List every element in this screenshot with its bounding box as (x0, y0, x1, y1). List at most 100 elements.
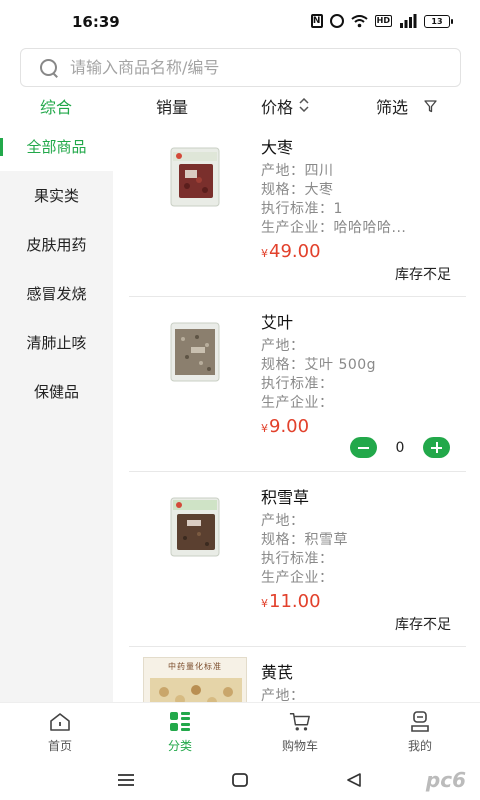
product-image (170, 497, 220, 557)
product-origin: 产地：四川 (261, 163, 334, 179)
price-symbol: ¥ (261, 422, 268, 435)
product-spec: 规格：艾叶 500g (261, 357, 377, 373)
sidebar-item-label: 皮肤用药 (26, 236, 87, 254)
filter-icon (424, 99, 437, 113)
category-icon (169, 711, 191, 733)
decrease-quantity-button[interactable] (350, 437, 377, 458)
product-name: 黄芪 (261, 663, 294, 682)
hd-icon: HD (374, 15, 392, 27)
product-spec: 规格：积雪草 (261, 532, 348, 548)
product-card[interactable]: 艾叶 产地： 规格：艾叶 500g 执行标准： 生产企业： ¥9.00 0 (129, 297, 466, 472)
nav-category[interactable]: 分类 (120, 703, 240, 762)
sort-tab-sales[interactable]: 销量 (156, 94, 188, 118)
product-image (170, 147, 220, 207)
back-icon[interactable] (346, 772, 362, 791)
nav-label: 分类 (167, 739, 192, 753)
product-image: 中药量化标准 (143, 657, 247, 702)
search-input[interactable] (70, 58, 430, 77)
price-symbol: ¥ (261, 247, 268, 260)
nav-profile[interactable]: 我的 (360, 703, 480, 762)
product-price: ¥49.00 (261, 241, 321, 262)
search-icon (38, 57, 60, 79)
product-maker: 生产企业： (261, 395, 334, 411)
product-attributes: 产地： (261, 687, 461, 702)
status-bar: 16:39 N HD 13 (0, 0, 480, 44)
product-standard: 执行标准： (261, 551, 334, 567)
wifi-icon (351, 14, 368, 28)
sidebar-item-label: 全部商品 (26, 138, 87, 156)
profile-icon (409, 711, 431, 733)
product-image-caption: 中药量化标准 (168, 662, 222, 671)
product-standard: 执行标准： (261, 376, 334, 392)
nav-label: 首页 (47, 739, 72, 753)
status-icons: N HD 13 (310, 14, 453, 28)
price-value: 11.00 (269, 591, 321, 612)
nfc-icon: N (310, 14, 323, 28)
increase-quantity-button[interactable] (423, 437, 450, 458)
alarm-icon (329, 14, 344, 28)
menu-icon[interactable] (117, 772, 135, 791)
product-image (170, 322, 220, 382)
product-name: 积雪草 (261, 488, 310, 507)
product-name: 艾叶 (261, 313, 294, 332)
quantity-value: 0 (395, 439, 405, 456)
sort-arrows-icon (299, 97, 309, 114)
battery-icon: 13 (424, 14, 453, 28)
nav-home[interactable]: 首页 (0, 703, 120, 762)
sidebar-item-skin[interactable]: 皮肤用药 (0, 220, 113, 269)
sort-tab-price[interactable]: 价格 (261, 94, 309, 118)
herb-pile-graphic (150, 678, 242, 702)
sort-tab-label: 筛选 (376, 98, 409, 117)
nav-label: 我的 (407, 739, 432, 753)
sort-tab-comprehensive[interactable]: 综合 (40, 94, 72, 118)
sidebar-item-fruit[interactable]: 果实类 (0, 171, 113, 220)
home-icon (49, 711, 71, 733)
product-standard: 执行标准：1 (261, 201, 343, 217)
product-card[interactable]: 大枣 产地：四川 规格：大枣 执行标准：1 生产企业：哈哈哈哈... ¥49.0… (129, 122, 466, 297)
sidebar-item-label: 清肺止咳 (26, 334, 87, 352)
product-name: 大枣 (261, 138, 294, 157)
product-list: 大枣 产地：四川 规格：大枣 执行标准：1 生产企业：哈哈哈哈... ¥49.0… (113, 122, 480, 702)
sidebar-item-health[interactable]: 保健品 (0, 367, 113, 416)
stock-status: 库存不足 (395, 617, 451, 633)
sort-tab-label: 综合 (40, 98, 73, 117)
category-sidebar: 全部商品 果实类 皮肤用药 感冒发烧 清肺止咳 保健品 (0, 122, 113, 702)
product-attributes: 产地： 规格：艾叶 500g 执行标准： 生产企业： (261, 337, 461, 413)
sidebar-item-label: 感冒发烧 (26, 285, 87, 303)
home-square-icon[interactable] (232, 772, 248, 791)
product-attributes: 产地：四川 规格：大枣 执行标准：1 生产企业：哈哈哈哈... (261, 162, 461, 238)
product-origin: 产地： (261, 338, 305, 354)
product-price: ¥11.00 (261, 591, 321, 612)
price-value: 49.00 (269, 241, 321, 262)
nav-cart[interactable]: 购物车 (240, 703, 360, 762)
sort-tab-filter[interactable]: 筛选 (376, 94, 437, 118)
signal-icon (399, 14, 417, 28)
sidebar-item-label: 保健品 (33, 383, 79, 401)
sidebar-item-label: 果实类 (33, 187, 79, 205)
stock-status: 库存不足 (395, 267, 451, 283)
status-time: 16:39 (72, 13, 120, 31)
product-attributes: 产地： 规格：积雪草 执行标准： 生产企业： (261, 512, 461, 588)
sidebar-item-all[interactable]: 全部商品 (0, 122, 113, 171)
product-origin: 产地： (261, 513, 305, 529)
search-bar[interactable] (20, 48, 461, 87)
system-nav-bar: pc6 (0, 762, 480, 800)
nav-label: 购物车 (281, 739, 318, 753)
product-price: ¥9.00 (261, 416, 309, 437)
sort-tab-label: 价格 (261, 98, 294, 117)
sidebar-item-lung[interactable]: 清肺止咳 (0, 318, 113, 367)
quantity-stepper: 0 (350, 437, 450, 458)
product-card[interactable]: 积雪草 产地： 规格：积雪草 执行标准： 生产企业： ¥11.00 库存不足 (129, 472, 466, 647)
sort-tab-label: 销量 (156, 98, 189, 117)
price-value: 9.00 (269, 416, 310, 437)
sort-bar: 综合 销量 价格 筛选 (0, 90, 480, 120)
cart-icon (289, 711, 311, 733)
product-card[interactable]: 中药量化标准 黄芪 产地： (129, 647, 466, 702)
product-maker: 生产企业： (261, 570, 334, 586)
product-maker: 生产企业：哈哈哈哈... (261, 220, 407, 236)
bottom-nav: 首页 分类 购物车 我的 (0, 702, 480, 762)
price-symbol: ¥ (261, 597, 268, 610)
product-spec: 规格：大枣 (261, 182, 334, 198)
sidebar-item-cold[interactable]: 感冒发烧 (0, 269, 113, 318)
watermark-logo: pc6 (425, 768, 466, 792)
